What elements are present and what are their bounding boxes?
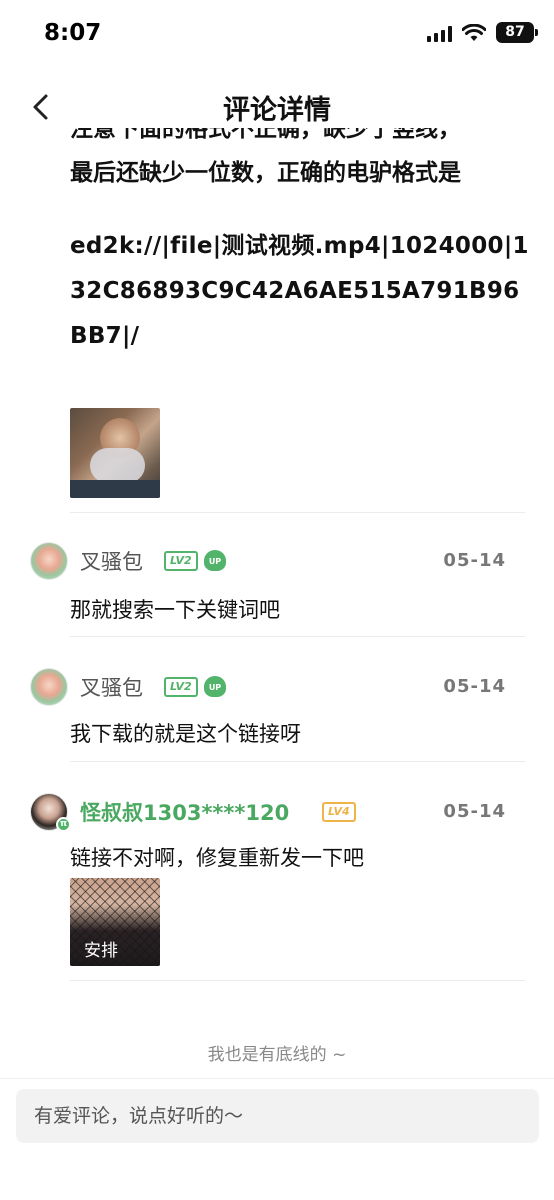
post-link-text[interactable]: ed2k://|file|测试视频.mp4|1024000|132C86893C… [70, 224, 530, 359]
comment-header: 叉骚包 LV2 UP 05-14 [30, 542, 510, 582]
comment-username[interactable]: 怪叔叔1303****120 [80, 797, 289, 827]
image-caption: 安排 [84, 941, 118, 961]
divider [70, 636, 525, 637]
comment-date: 05-14 [443, 676, 506, 697]
comment-image[interactable]: 安排 [70, 878, 160, 966]
battery-icon: 87 [496, 22, 538, 43]
level-badge: LV4 [322, 802, 356, 822]
comment-date: 05-14 [443, 550, 506, 571]
divider [70, 980, 525, 981]
end-of-list-note: 我也是有底线的 ~ [207, 1045, 347, 1065]
comment-header: 叉骚包 LV2 UP 05-14 [30, 668, 510, 708]
up-badge-icon: UP [204, 676, 226, 697]
up-badge-icon: UP [204, 550, 226, 571]
divider [70, 761, 525, 762]
comment-input-bar: 有爱评论，说点好听的～ [0, 1078, 554, 1200]
comment-text[interactable]: 链接不对啊，修复重新发一下吧 [70, 842, 364, 872]
avatar[interactable] [30, 668, 68, 706]
comment-header: π 怪叔叔1303****120 LV4 05-14 [30, 793, 510, 833]
comment-username[interactable]: 叉骚包 [80, 672, 143, 702]
avatar[interactable] [30, 542, 68, 580]
status-icons: 87 [427, 22, 538, 43]
comment-text[interactable]: 那就搜索一下关键词吧 [70, 594, 280, 624]
comment-detail-content: 注意下面的格式不正确，缺少了竖线， 最后还缺少一位数，正确的电驴格式是 ed2k… [0, 128, 554, 1078]
level-badge: LV2 [164, 551, 198, 571]
pi-badge-icon: π [56, 817, 71, 832]
post-text-partial: 注意下面的格式不正确，缺少了竖线， [70, 128, 461, 142]
comment-username[interactable]: 叉骚包 [80, 546, 143, 576]
page-title: 评论详情 [223, 95, 331, 126]
divider [70, 512, 525, 513]
wifi-icon [462, 23, 486, 41]
level-badge: LV2 [164, 677, 198, 697]
comment-input[interactable]: 有爱评论，说点好听的～ [16, 1089, 539, 1143]
status-bar: 8:07 87 [0, 0, 554, 70]
post-text-line: 最后还缺少一位数，正确的电驴格式是 [70, 160, 461, 186]
signal-icon [427, 24, 452, 42]
comment-date: 05-14 [443, 801, 506, 822]
status-time: 8:07 [44, 20, 102, 46]
post-image[interactable] [70, 408, 160, 498]
comment-text[interactable]: 我下载的就是这个链接呀 [70, 718, 301, 748]
